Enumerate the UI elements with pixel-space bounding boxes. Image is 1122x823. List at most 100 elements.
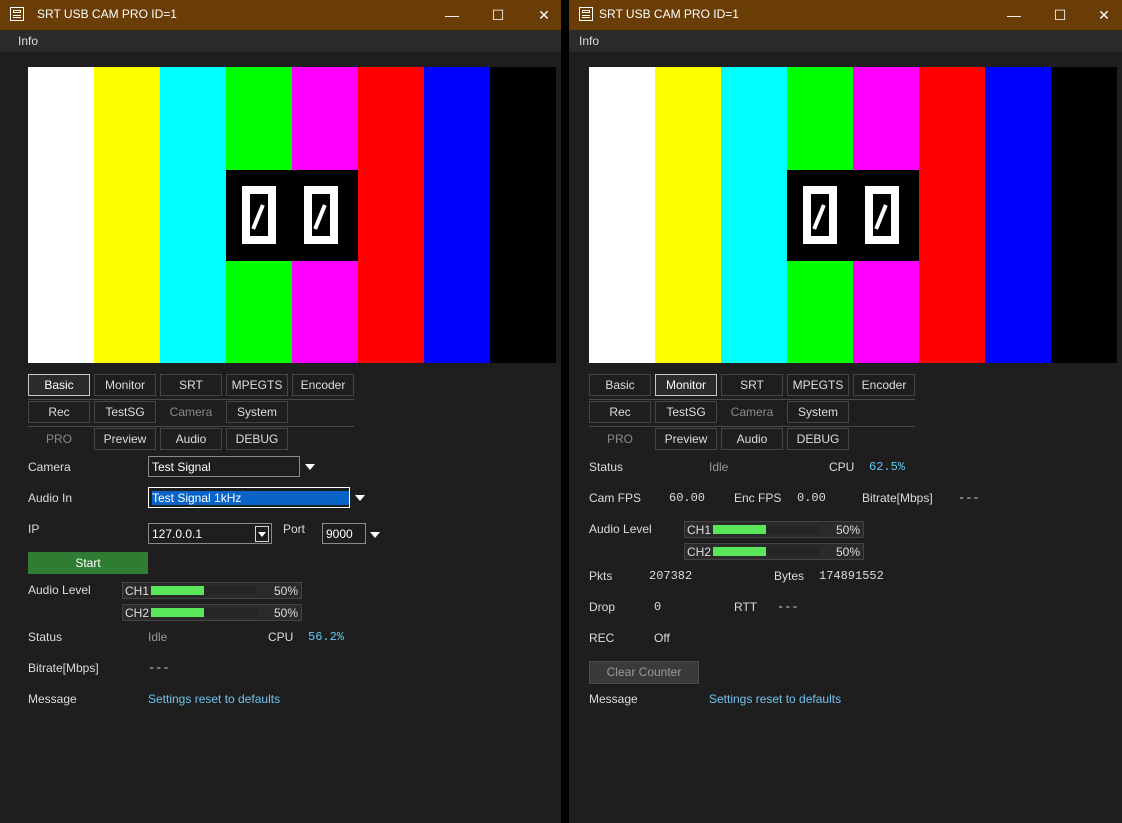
level-percent: 50% <box>273 584 298 598</box>
tab-divider <box>28 399 354 400</box>
minimize-button[interactable]: — <box>991 0 1037 30</box>
status-value: Idle <box>148 630 168 644</box>
camera-select[interactable]: Test Signal <box>148 456 300 477</box>
app-window-basic: SRT USB CAM PRO ID=1 — ☐ ✕ Info Camera T… <box>0 0 561 823</box>
pkts-label: Pkts <box>589 569 613 583</box>
level-track <box>151 586 257 595</box>
tab-mpegts[interactable]: MPEGTS <box>787 374 849 396</box>
tab-monitor[interactable]: Monitor <box>94 374 156 396</box>
rtt-label: RTT <box>734 600 758 614</box>
tab-audio[interactable]: Audio <box>721 428 783 450</box>
enc-fps-label: Enc FPS <box>734 491 782 505</box>
tab-debug[interactable]: DEBUG <box>787 428 849 450</box>
ip-label: IP <box>28 522 40 536</box>
status-label: Status <box>589 460 624 474</box>
tab-system[interactable]: System <box>787 401 849 423</box>
tab-basic[interactable]: Basic <box>28 374 90 396</box>
bytes-label: Bytes <box>774 569 805 583</box>
ip-field[interactable]: 127.0.0.1 <box>148 523 272 544</box>
rec-value: Off <box>654 631 670 645</box>
minimize-button[interactable]: — <box>429 0 475 30</box>
menu-info[interactable]: Info <box>579 34 599 48</box>
chevron-down-icon[interactable] <box>355 495 365 501</box>
color-bar <box>94 67 160 363</box>
tab-srt[interactable]: SRT <box>721 374 783 396</box>
drop-value: 0 <box>654 600 662 614</box>
title-bar[interactable]: SRT USB CAM PRO ID=1 — ☐ ✕ <box>0 0 561 30</box>
cam-fps-value: 60.00 <box>669 491 706 505</box>
port-field[interactable]: 9000 <box>322 523 366 544</box>
tab-monitor[interactable]: Monitor <box>655 374 717 396</box>
color-bar <box>160 67 226 363</box>
audio-meter-ch2: CH2 50% <box>122 604 302 621</box>
tab-audio[interactable]: Audio <box>160 428 222 450</box>
level-fill <box>151 586 204 595</box>
message-value: Settings reset to defaults <box>148 692 281 706</box>
tab-pro[interactable]: PRO <box>589 428 651 450</box>
cpu-value: 56.2% <box>308 630 345 644</box>
tab-camera[interactable]: Camera <box>160 401 222 423</box>
cpu-label: CPU <box>268 630 294 644</box>
camera-select-value: Test Signal <box>152 460 211 474</box>
camera-label: Camera <box>28 460 71 474</box>
color-bar <box>490 67 556 363</box>
title-bar[interactable]: SRT USB CAM PRO ID=1 — ☐ ✕ <box>569 0 1122 30</box>
close-button[interactable]: ✕ <box>1081 0 1122 30</box>
tab-srt[interactable]: SRT <box>160 374 222 396</box>
port-field-value: 9000 <box>326 527 353 541</box>
video-preview <box>589 67 1117 363</box>
rec-label: REC <box>589 631 615 645</box>
chevron-down-icon[interactable] <box>255 526 269 542</box>
app-icon <box>579 7 593 21</box>
audio-level-label: Audio Level <box>28 583 91 597</box>
channel-label: CH2 <box>125 606 150 620</box>
counter-digit <box>865 186 899 244</box>
color-bar <box>28 67 94 363</box>
message-value: Settings reset to defaults <box>709 692 842 706</box>
audio-level-label: Audio Level <box>589 522 652 536</box>
chevron-down-icon[interactable] <box>305 464 315 470</box>
app-icon <box>10 7 24 21</box>
level-percent: 50% <box>835 523 860 537</box>
clear-counter-button[interactable]: Clear Counter <box>589 661 699 684</box>
color-bar <box>589 67 655 363</box>
audio-meter-ch1: CH1 50% <box>684 521 864 538</box>
maximize-button[interactable]: ☐ <box>475 0 521 30</box>
tab-mpegts[interactable]: MPEGTS <box>226 374 288 396</box>
menu-info[interactable]: Info <box>18 34 38 48</box>
close-button[interactable]: ✕ <box>521 0 561 30</box>
tab-preview[interactable]: Preview <box>94 428 156 450</box>
message-label: Message <box>589 692 638 706</box>
level-track <box>713 525 819 534</box>
app-window-monitor: SRT USB CAM PRO ID=1 — ☐ ✕ Info Status I… <box>569 0 1122 823</box>
tab-testsg[interactable]: TestSG <box>655 401 717 423</box>
audio-in-select[interactable]: Test Signal 1kHz <box>148 487 350 508</box>
menu-bar: Info <box>0 30 561 52</box>
tab-testsg[interactable]: TestSG <box>94 401 156 423</box>
bitrate-value: --- <box>148 661 170 675</box>
chevron-down-icon[interactable] <box>370 532 380 538</box>
tab-rec[interactable]: Rec <box>589 401 651 423</box>
tab-encoder[interactable]: Encoder <box>853 374 915 396</box>
tab-system[interactable]: System <box>226 401 288 423</box>
enc-fps-value: 0.00 <box>797 491 826 505</box>
level-percent: 50% <box>273 606 298 620</box>
level-fill <box>151 608 204 617</box>
tab-debug[interactable]: DEBUG <box>226 428 288 450</box>
start-button[interactable]: Start <box>28 552 148 574</box>
audio-in-label: Audio In <box>28 491 73 505</box>
tab-pro[interactable]: PRO <box>28 428 90 450</box>
tab-basic[interactable]: Basic <box>589 374 651 396</box>
counter-digit <box>242 186 276 244</box>
tab-rec[interactable]: Rec <box>28 401 90 423</box>
tab-divider <box>589 426 915 427</box>
video-preview <box>28 67 556 363</box>
menu-bar: Info <box>569 30 1122 52</box>
tab-camera[interactable]: Camera <box>721 401 783 423</box>
frame-counter <box>787 170 919 261</box>
tab-preview[interactable]: Preview <box>655 428 717 450</box>
channel-label: CH2 <box>687 545 712 559</box>
status-label: Status <box>28 630 63 644</box>
maximize-button[interactable]: ☐ <box>1037 0 1083 30</box>
tab-encoder[interactable]: Encoder <box>292 374 354 396</box>
